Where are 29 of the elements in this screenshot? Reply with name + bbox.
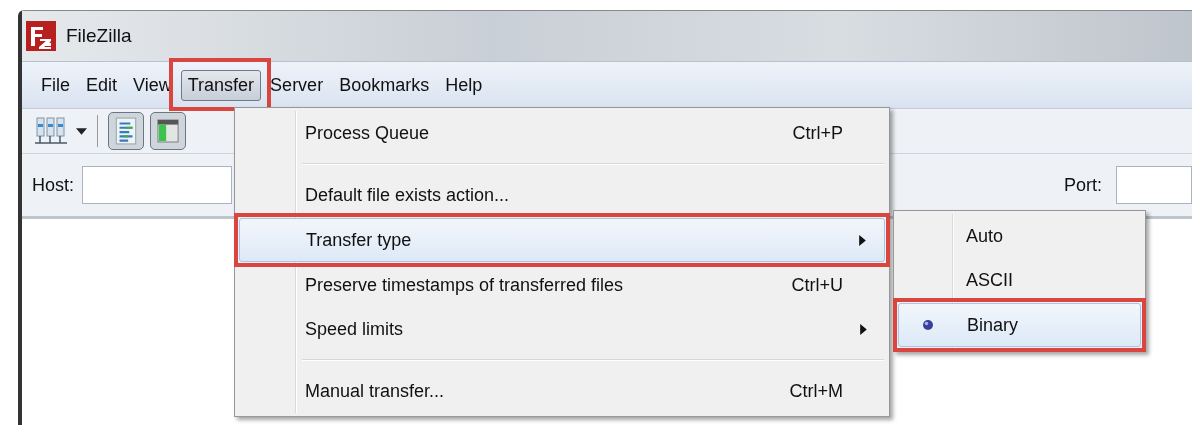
servers-icon <box>34 116 68 146</box>
submenu-arrow-icon <box>859 234 866 246</box>
menu-item[interactable]: Default file exists action... <box>238 173 886 217</box>
menu-item[interactable]: ASCII <box>897 258 1142 302</box>
menu-item[interactable]: Manual transfer... Ctrl+M <box>238 369 886 413</box>
menu-item[interactable]: Transfer type <box>239 218 885 262</box>
toolbar-button[interactable] <box>150 112 186 150</box>
document-icon <box>115 117 137 145</box>
menu-item[interactable]: Process Queue Ctrl+P <box>238 111 886 155</box>
port-label: Port: <box>1064 174 1102 196</box>
app-logo-icon <box>26 21 56 51</box>
caret-icon[interactable] <box>76 127 87 135</box>
menu-item[interactable]: Help <box>438 69 490 101</box>
submenu-arrow-icon <box>860 323 867 335</box>
host-label: Host: <box>32 174 74 196</box>
menu-item[interactable]: Edit <box>79 69 125 101</box>
window-title: FileZilla <box>66 25 132 47</box>
menu-item[interactable]: Transfer <box>180 69 262 101</box>
panel-layout-icon <box>157 117 179 145</box>
menu-item[interactable]: File <box>34 69 77 101</box>
toolbar-button[interactable] <box>108 112 144 150</box>
menu-item[interactable]: Bookmarks <box>332 69 437 101</box>
menu-item[interactable]: Server <box>263 69 331 101</box>
menu-item[interactable]: Binary <box>898 303 1141 347</box>
port-field[interactable] <box>1116 166 1192 204</box>
menu-item[interactable]: Auto <box>897 214 1142 258</box>
host-field[interactable] <box>82 166 232 204</box>
menu-item[interactable]: Preserve timestamps of transferred files Ctrl+U <box>238 263 886 307</box>
menu-item[interactable]: Speed limits <box>238 307 886 351</box>
